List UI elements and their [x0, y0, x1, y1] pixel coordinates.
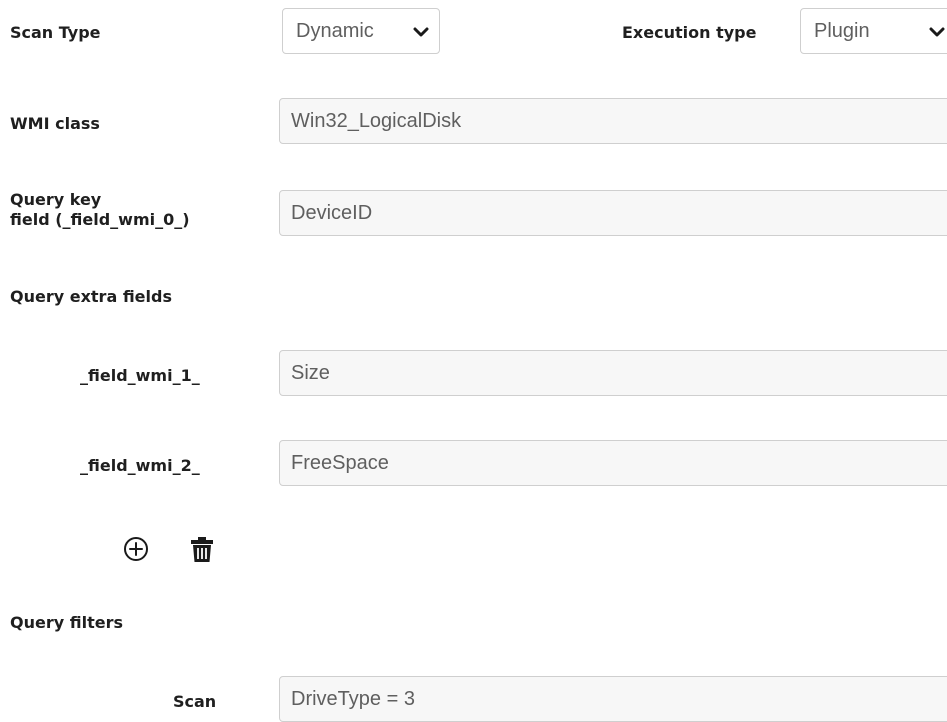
- execution-type-label: Execution type: [622, 23, 757, 42]
- extra-field-2-label: _field_wmi_2_: [80, 456, 200, 475]
- extra-field-1-input[interactable]: [279, 350, 947, 396]
- extra-field-1-label: _field_wmi_1_: [80, 366, 200, 385]
- add-field-button[interactable]: [122, 535, 150, 563]
- extra-field-2-input[interactable]: [279, 440, 947, 486]
- wmi-class-input[interactable]: [279, 98, 947, 144]
- query-key-label: Query key field (_field_wmi_0_): [10, 190, 190, 230]
- execution-type-value: Plugin: [814, 19, 870, 42]
- chevron-down-icon: [929, 27, 945, 37]
- scan-filter-label: Scan: [173, 692, 217, 711]
- trash-icon: [191, 537, 213, 562]
- chevron-down-icon: [413, 27, 429, 37]
- scan-type-value: Dynamic: [296, 19, 374, 42]
- add-circle-icon: [124, 537, 148, 561]
- query-key-label-line1: Query key: [10, 190, 102, 209]
- query-key-input[interactable]: [279, 190, 947, 236]
- scan-filter-input[interactable]: [279, 676, 947, 722]
- query-key-label-line2: field (_field_wmi_0_): [10, 210, 190, 229]
- query-filters-heading: Query filters: [10, 613, 123, 632]
- scan-type-label: Scan Type: [10, 23, 101, 42]
- scan-type-select[interactable]: Dynamic: [282, 8, 440, 54]
- delete-field-button[interactable]: [188, 535, 216, 563]
- wmi-class-label: WMI class: [10, 114, 100, 133]
- execution-type-select[interactable]: Plugin: [800, 8, 947, 54]
- query-extra-fields-heading: Query extra fields: [10, 287, 172, 306]
